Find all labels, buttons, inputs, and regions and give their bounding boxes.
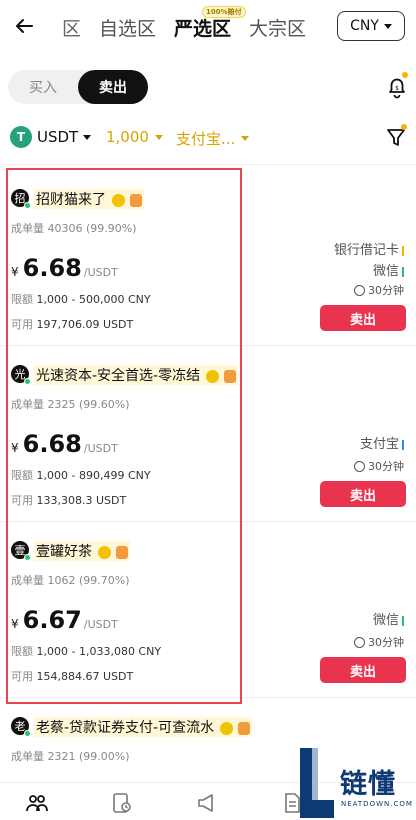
buy-sell-toggle: 买入 卖出 [8,70,148,104]
tab-partial[interactable]: 区 [62,14,81,41]
sell-action-button[interactable]: 卖出 [320,657,406,683]
payment-method: 银行借记卡 [334,240,404,261]
clock-icon [354,284,365,296]
back-arrow-icon[interactable] [12,14,36,38]
gold-badge-icon [112,193,125,207]
online-dot [24,202,31,209]
gold-badge-icon [220,721,234,735]
tab-favorites[interactable]: 自选区 [99,14,156,41]
shield-badge-icon [116,545,128,559]
online-dot [24,554,31,561]
tab-selected[interactable]: 严选区 100%赔付 [174,6,246,41]
currency-label: CNY [350,18,379,34]
shield-badge-icon [130,193,142,207]
currency-select[interactable]: CNY [337,11,405,41]
payment-methods: 支付宝 [360,434,404,455]
limit: 限额 1,000 - 1,033,080 CNY [11,645,162,658]
coin-select[interactable]: T USDT [10,126,92,148]
pay-time: 30分钟 [354,282,404,298]
tab-bulk[interactable]: 大宗区 [249,14,306,41]
amount-select[interactable]: 1,000 [106,128,163,146]
compensation-badge: 100%赔付 [202,6,246,18]
clock-icon [354,460,365,472]
payment-methods: 微信 [373,610,404,631]
caret-down-icon [83,134,92,140]
caret-down-icon [154,134,163,140]
merchant-name[interactable]: 招财猫来了 [34,189,144,209]
gold-badge-icon [98,545,111,559]
payment-method: 微信 [373,610,404,631]
available: 可用 133,308.3 USDT [11,494,127,507]
watermark-l-icon [300,748,334,818]
available: 可用 197,706.09 USDT [11,318,134,331]
merchant-name[interactable]: 光速资本-安全首选-零冻结 [34,365,239,385]
online-dot [24,378,31,385]
limit: 限额 1,000 - 890,499 CNY [11,469,151,482]
price: ¥6.68/USDT [11,254,118,282]
price: ¥6.68/USDT [11,430,118,458]
people-icon[interactable] [25,791,49,815]
order-count: 成单量 40306 (99.90%) [11,222,137,235]
pay-time: 30分钟 [354,634,404,650]
payment-methods: 银行借记卡 微信 [334,240,404,282]
sell-button[interactable]: 卖出 [78,70,148,104]
bell-icon[interactable]: $ [386,75,408,99]
listing-item: 壹 壹罐好茶 成单量 1062 (99.70%) ¥6.67/USDT 限额 1… [0,522,416,698]
merchant-name[interactable]: 壹罐好茶 [34,541,130,561]
order-count: 成单量 2321 (99.00%) [11,750,130,763]
payment-method: 支付宝 [360,434,404,455]
payment-label: 支付宝... [176,130,236,148]
available: 可用 154,884.67 USDT [11,670,134,683]
filter-icon[interactable] [386,127,406,149]
filter-bar: T USDT 1,000 支付宝... [10,124,410,152]
order-count: 成单量 1062 (99.70%) [11,574,130,587]
shield-badge-icon [224,369,237,383]
caret-down-icon [241,136,250,141]
amount-label: 1,000 [106,128,149,146]
payment-select[interactable]: 支付宝... [176,128,250,149]
order-count: 成单量 2325 (99.60%) [11,398,130,411]
watermark-subtext: NEATDOWN.COM [341,800,413,808]
online-dot [24,730,31,737]
sell-action-button[interactable]: 卖出 [320,481,406,507]
zone-tabs: 区 自选区 严选区 100%赔付 大宗区 [62,6,324,41]
gold-badge-icon [206,369,220,383]
clock-icon [354,636,365,648]
listing-item: 光 光速资本-安全首选-零冻结 成单量 2325 (99.60%) ¥6.68/… [0,346,416,522]
header: 区 自选区 严选区 100%赔付 大宗区 CNY [0,0,416,56]
sell-action-button[interactable]: 卖出 [320,305,406,331]
price: ¥6.67/USDT [11,606,118,634]
payment-method: 微信 [334,261,404,282]
listing-item: 招 招财猫来了 成单量 40306 (99.90%) ¥6.68/USDT 限额… [0,170,416,346]
filter-dot [401,124,407,130]
shield-badge-icon [238,721,251,735]
merchant-name[interactable]: 老蔡-贷款证券支付-可查流水 [34,717,253,737]
watermark-logo: 链懂 NEATDOWN.COM [294,748,414,820]
buy-button[interactable]: 买入 [8,70,78,104]
svg-text:$: $ [395,85,399,92]
caret-down-icon [383,23,392,29]
pay-time: 30分钟 [354,458,404,474]
coin-label: USDT [37,128,79,146]
notification-dot [402,72,408,78]
usdt-icon: T [10,126,32,148]
limit: 限额 1,000 - 500,000 CNY [11,293,151,306]
divider [0,164,416,165]
megaphone-icon[interactable] [195,791,219,815]
watermark-text: 链懂 [340,769,396,800]
orders-icon[interactable] [110,791,134,815]
